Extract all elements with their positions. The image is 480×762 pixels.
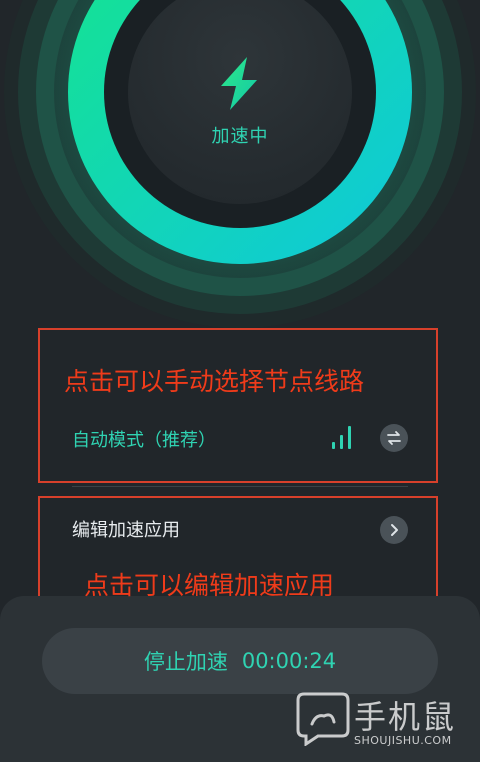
swap-arrows-icon — [387, 431, 401, 445]
edit-apps-button[interactable] — [380, 516, 408, 544]
node-mode-label[interactable]: 自动模式（推荐） — [72, 426, 216, 452]
annotation-select-node-hint: 点击可以手动选择节点线路 — [64, 367, 365, 396]
annotation-edit-apps-hint: 点击可以编辑加速应用 — [84, 571, 335, 600]
watermark: 手机鼠 SHOUJISHU.COM — [296, 690, 472, 752]
boost-status-text: 加速中 — [211, 126, 269, 147]
watermark-brand: 手机鼠 — [354, 698, 457, 736]
chat-bubble-logo-icon — [296, 692, 350, 746]
switch-node-button[interactable] — [380, 424, 408, 452]
chevron-right-icon — [391, 524, 398, 536]
section-divider — [72, 486, 408, 487]
stop-boost-label: 停止加速 — [143, 650, 228, 674]
boost-ring-graphic — [4, 0, 476, 328]
elapsed-timer: 00:00:24 — [241, 649, 337, 673]
watermark-site: SHOUJISHU.COM — [354, 734, 452, 747]
annotation-box-node-selection — [38, 328, 438, 483]
signal-strength-icon — [332, 426, 351, 449]
vpn-boost-screen: 加速中 点击可以手动选择节点线路 自动模式（推荐） 编辑加速应用 点击可以编辑加… — [0, 0, 480, 762]
edit-apps-label[interactable]: 编辑加速应用 — [72, 516, 180, 542]
stop-boost-button[interactable]: 停止加速 00:00:24 — [42, 628, 438, 694]
